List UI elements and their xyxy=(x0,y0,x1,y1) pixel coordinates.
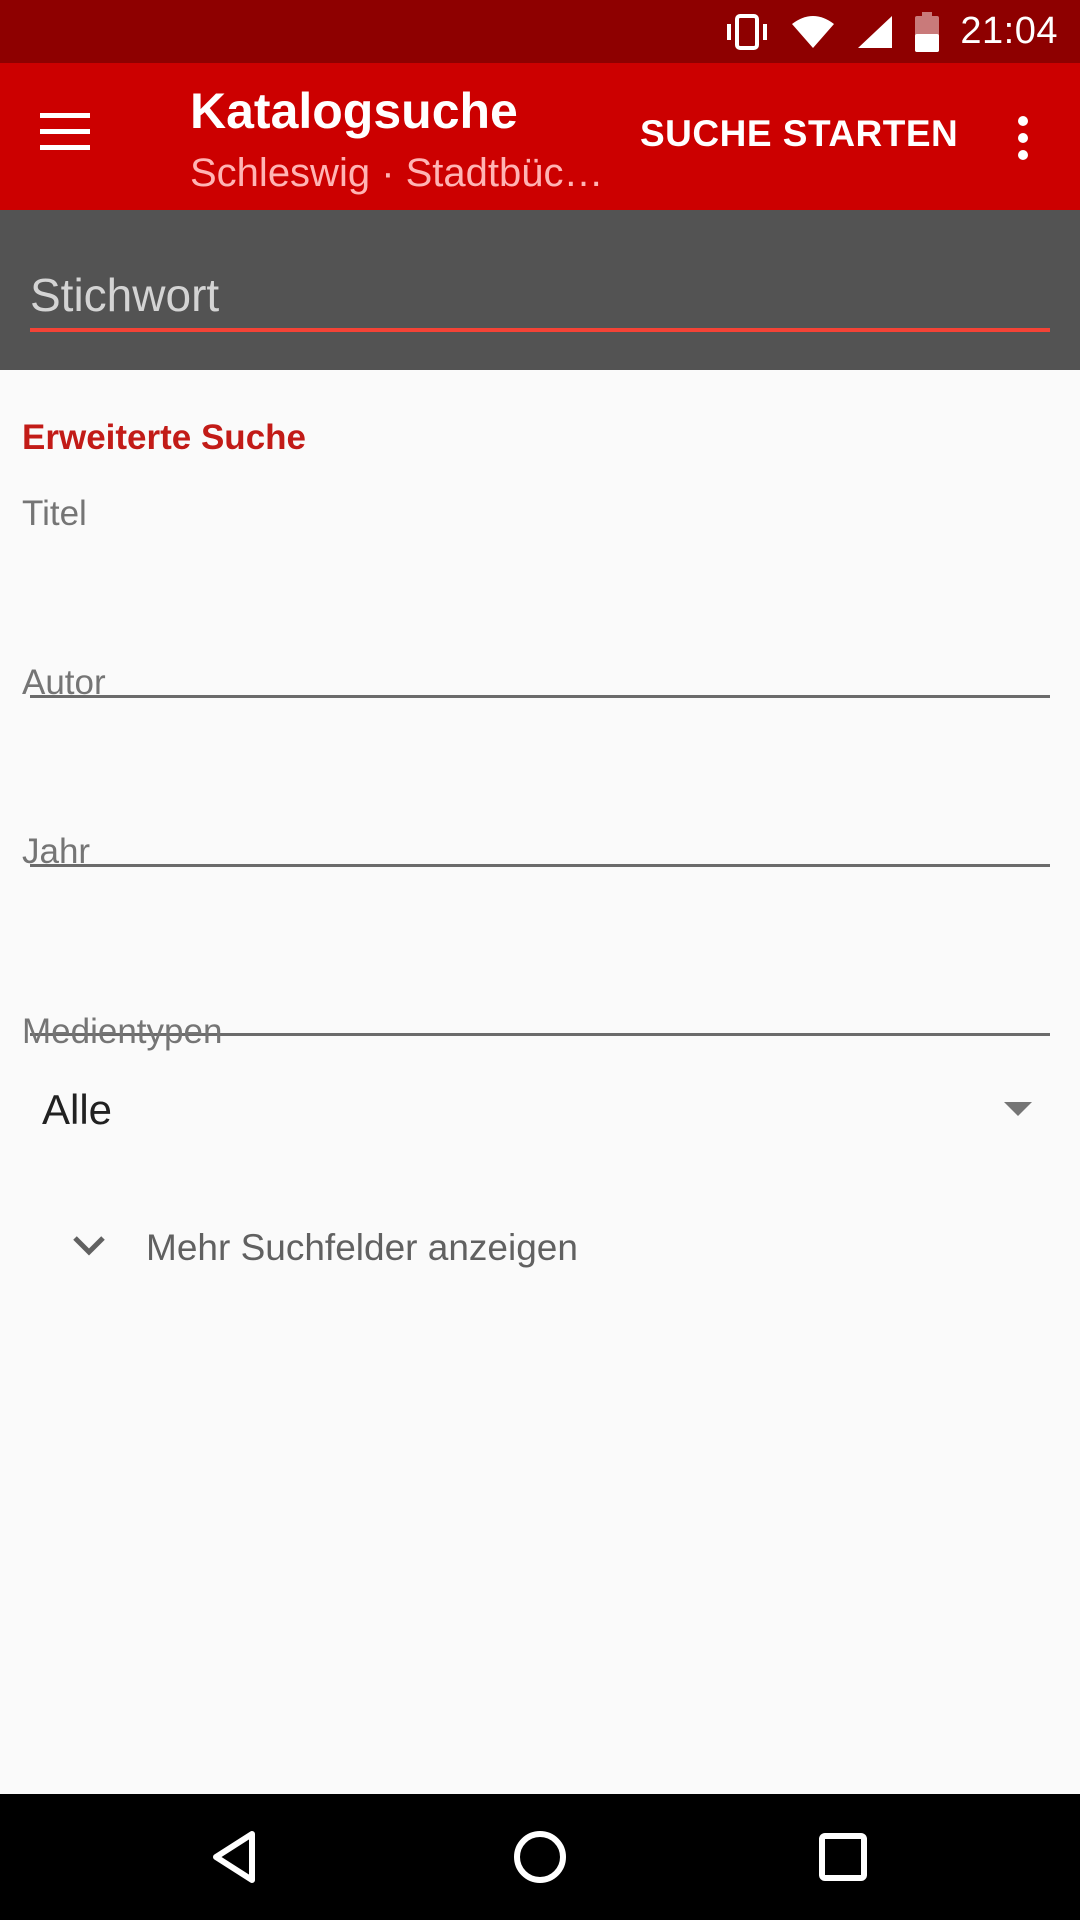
navigation-bar xyxy=(0,1794,1080,1920)
search-bar xyxy=(0,210,1080,370)
home-icon xyxy=(505,1831,575,1896)
year-field-label: Jahr xyxy=(22,832,91,871)
page-title: Katalogsuche xyxy=(190,83,518,139)
media-types-selected: Alle xyxy=(42,1086,113,1133)
menu-button[interactable] xyxy=(40,111,104,163)
chevron-down-icon xyxy=(72,1235,106,1262)
page-subtitle: Schleswig · Stadtbüc… xyxy=(190,151,604,195)
title-field[interactable] xyxy=(30,638,1050,698)
show-more-fields-button[interactable]: Mehr Suchfelder anzeigen xyxy=(72,1208,672,1288)
section-title: Erweiterte Suche xyxy=(22,418,306,457)
overflow-menu-button[interactable] xyxy=(1006,113,1040,163)
recents-button[interactable] xyxy=(808,1822,878,1892)
signal-icon xyxy=(856,14,894,50)
media-types-dropdown[interactable]: Alle xyxy=(22,1070,1032,1150)
more-vert-icon xyxy=(1006,116,1040,167)
status-bar: 21:04 xyxy=(0,0,1080,63)
recents-icon xyxy=(808,1833,878,1896)
dropdown-arrow-icon xyxy=(1004,1102,1032,1123)
advanced-search-form: Erweiterte Suche Titel Autor Jahr Medien… xyxy=(0,370,1080,1794)
battery-icon xyxy=(914,11,940,52)
status-time: 21:04 xyxy=(960,10,1058,52)
author-field[interactable] xyxy=(30,807,1050,867)
show-more-fields-label: Mehr Suchfelder anzeigen xyxy=(146,1227,578,1268)
back-icon xyxy=(202,1831,272,1896)
author-field-label: Autor xyxy=(22,663,106,702)
title-field-label: Titel xyxy=(22,494,87,533)
media-types-label: Medientypen xyxy=(22,1012,223,1051)
back-button[interactable] xyxy=(202,1822,272,1892)
start-search-button[interactable]: SUCHE STARTEN xyxy=(640,113,958,163)
app-bar-titles: Katalogsuche Schleswig · Stadtbüc… xyxy=(190,81,604,199)
app-bar: Katalogsuche Schleswig · Stadtbüc… SUCHE… xyxy=(0,63,1080,210)
home-button[interactable] xyxy=(505,1822,575,1892)
hamburger-menu-icon xyxy=(40,113,92,155)
keyword-search-input[interactable] xyxy=(30,262,1050,332)
vibrate-icon xyxy=(724,13,770,50)
wifi-icon xyxy=(790,14,836,50)
